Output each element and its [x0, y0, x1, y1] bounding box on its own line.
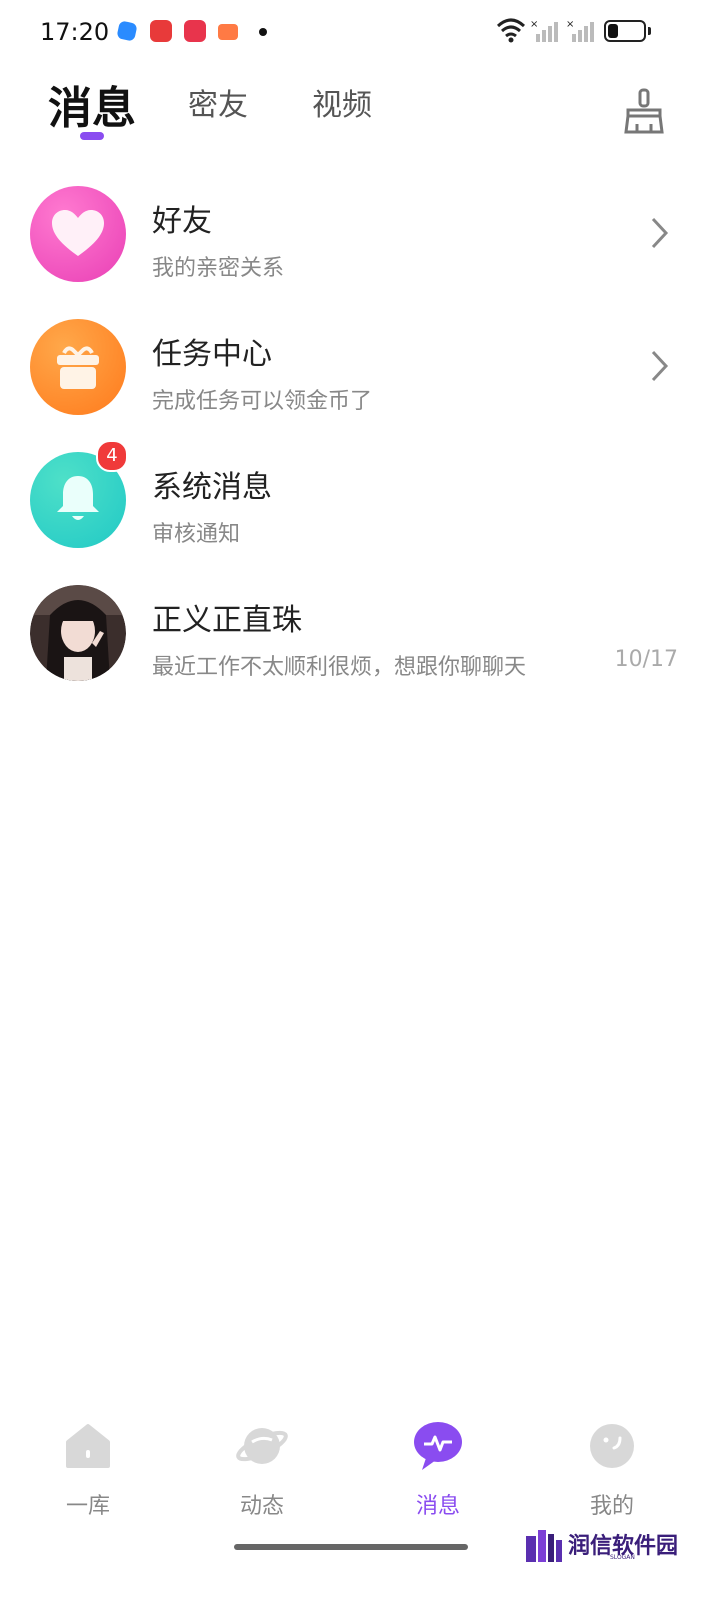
chevron-right-icon	[651, 217, 669, 249]
list-item-title: 正义正直珠	[152, 603, 302, 638]
more-notifications-dot	[259, 28, 267, 36]
nav-label: 动态	[239, 1494, 284, 1519]
user-avatar	[30, 585, 126, 681]
home-icon	[66, 1424, 110, 1468]
app-notification-icon	[150, 20, 172, 42]
active-tab-indicator	[80, 132, 104, 140]
nav-item-messages[interactable]: 消息	[378, 1420, 498, 1520]
list-item-subtitle: 我的亲密关系	[152, 256, 285, 281]
planet-icon	[236, 1428, 288, 1464]
bottom-nav: 一库 动态 消息 我的	[0, 1420, 720, 1530]
list-item-subtitle: 完成任务可以领金币了	[152, 389, 373, 414]
list-item-task-center[interactable]: 任务中心 完成任务可以领金币了	[0, 303, 720, 433]
list-item-friends[interactable]: 好友 我的亲密关系	[0, 170, 720, 300]
gift-icon	[57, 346, 99, 389]
status-time: 17:20	[40, 18, 110, 46]
list-item-subtitle: 审核通知	[152, 522, 241, 547]
battery-cap	[648, 27, 651, 35]
svg-text:×: ×	[566, 19, 574, 30]
watermark-icon	[526, 1530, 562, 1562]
unread-badge: 4	[96, 440, 128, 472]
list-item-system-messages[interactable]: 4 系统消息 审核通知	[0, 436, 720, 566]
heart-icon	[52, 210, 104, 256]
game-app-icon	[218, 24, 238, 40]
profile-icon	[590, 1424, 634, 1468]
svg-text:×: ×	[530, 19, 538, 30]
bell-icon	[57, 476, 99, 520]
nav-item-home[interactable]: 一库	[28, 1420, 148, 1520]
message-icon	[414, 1422, 462, 1470]
list-item-title: 任务中心	[152, 337, 272, 372]
nav-item-profile[interactable]: 我的	[552, 1420, 672, 1520]
wifi-icon	[496, 18, 526, 43]
list-item-conversation[interactable]: 正义正直珠 最近工作不太顺利很烦，想跟你聊聊天 10/17	[0, 569, 720, 699]
nav-item-feed[interactable]: 动态	[202, 1420, 322, 1520]
nav-label: 消息	[415, 1494, 460, 1519]
watermark-subtext: SLOGAN	[610, 1554, 635, 1561]
broom-icon[interactable]	[620, 88, 668, 136]
status-bar: 17:20 × ×	[0, 0, 720, 64]
nav-label: 一库	[65, 1494, 110, 1519]
list-item-title: 系统消息	[152, 470, 272, 505]
battery-level	[608, 24, 618, 38]
header-tabs: 消息 密友 视频	[0, 80, 720, 150]
message-time: 10/17	[614, 647, 678, 672]
list-item-subtitle: 最近工作不太顺利很烦，想跟你聊聊天	[152, 655, 527, 680]
signal-icon: ×	[566, 19, 594, 42]
tab-videos[interactable]: 视频	[312, 80, 372, 124]
list-item-title: 好友	[152, 204, 212, 239]
tab-close-friends[interactable]: 密友	[188, 80, 248, 124]
video-app-icon	[184, 20, 206, 42]
nav-label: 我的	[589, 1494, 634, 1519]
signal-icon: ×	[530, 19, 558, 42]
watermark-logo: 润信软件园 SLOGAN	[526, 1524, 686, 1564]
chevron-right-icon	[651, 350, 669, 382]
home-indicator[interactable]	[234, 1544, 468, 1550]
app-notification-icon	[116, 20, 138, 42]
battery-icon	[604, 20, 646, 42]
tab-messages[interactable]: 消息	[48, 72, 136, 136]
